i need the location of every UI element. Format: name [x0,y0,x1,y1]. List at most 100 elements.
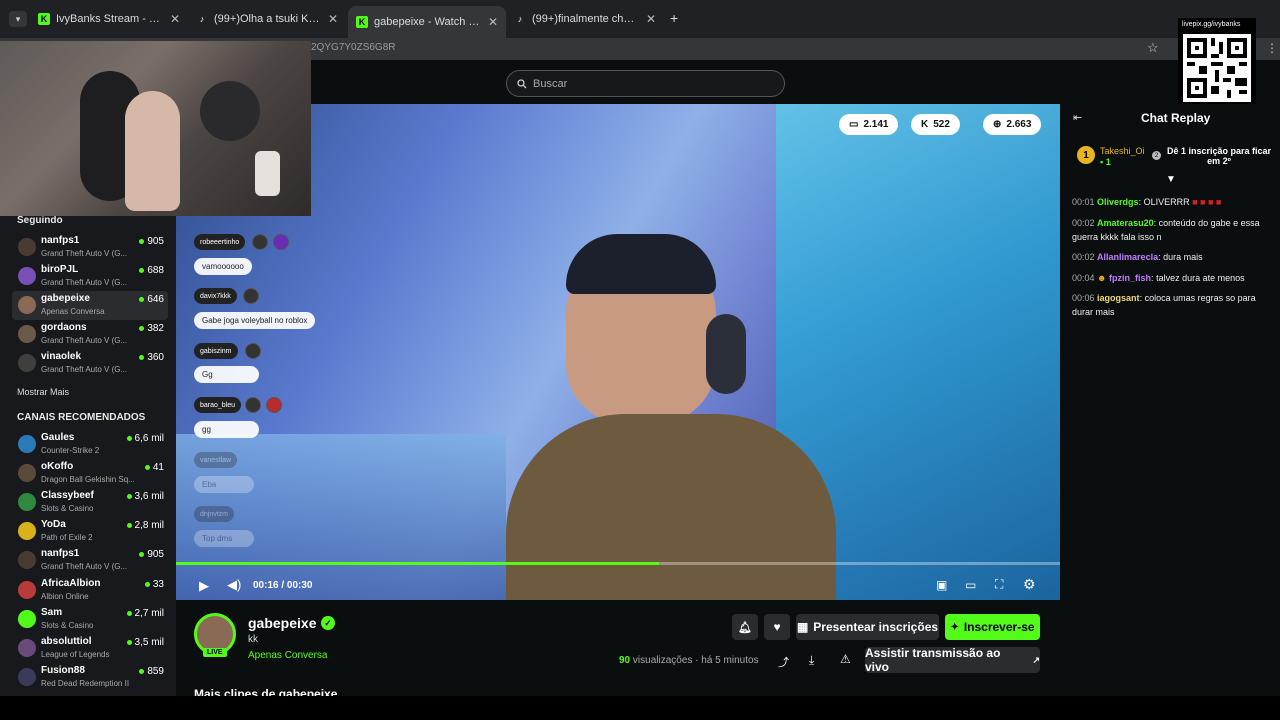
play-icon[interactable]: ▶ [199,578,209,594]
sidebar-channel-nanfps1[interactable]: nanfps1 Grand Theft Auto V (G... 905 [12,233,168,262]
clip-title: kk [248,634,258,645]
close-tab-icon[interactable]: ✕ [328,12,338,26]
sidebar-channel-gordaons[interactable]: gordaons Grand Theft Auto V (G... 382 [12,320,168,349]
chat-username[interactable]: Amaterasu20 [1097,218,1154,228]
channel-name: absoluttiol [41,636,92,647]
tab-tiktok-2[interactable]: ♪ (99+)finalmente chegou o cach ✕ [506,8,664,30]
viewer-count: 3,5 mil [126,637,164,648]
kick-icon: K [356,16,368,28]
channel-game: Counter-Strike 2 [41,446,100,455]
live-dot-icon [126,640,132,645]
chat-message: 00:02 Amaterasu20: conteúdo do gabe e es… [1072,218,1260,242]
sidebar-channel-gabepeixe[interactable]: gabepeixe Apenas Conversa 646 [12,291,168,320]
channel-game: Red Dead Redemption II [41,679,130,688]
channel-name: Fusion88 [41,665,85,676]
subscribe-button[interactable]: ✦ Inscrever-se [945,614,1040,640]
notification-bell-button[interactable]: 🔔︎ [732,614,758,640]
channel-game: Slots & Casino [41,621,94,630]
sidebar-channel-gaules[interactable]: Gaules Counter-Strike 2 6,6 mil [12,430,168,459]
chat-icon: ▭ [849,119,859,130]
sidebar-channel-vinaolek[interactable]: vinaolek Grand Theft Auto V (G... 360 [12,349,168,378]
sidebar-channel-sam[interactable]: Sam Slots & Casino 2,7 mil [12,605,168,634]
channel-name: Sam [41,607,63,618]
search-input[interactable]: Buscar [506,70,785,97]
qr-overlay: livepix.gg/ivybanks [1178,18,1256,104]
follow-heart-button[interactable]: ♥ [764,614,790,640]
chat-username[interactable]: fpzin_fish [1109,273,1151,283]
show-more-link[interactable]: Mostrar Mais [17,387,69,397]
mini-player-icon[interactable]: ▣ [936,578,947,592]
qr-label: livepix.gg/ivybanks [1182,21,1241,28]
sidebar-channel-fusion88[interactable]: Fusion88 Red Dead Redemption II 859 [12,663,168,692]
chat-message: 00:01 Oliverdgs: OLIVERRR ■ ■ ■ ■ [1072,197,1222,207]
category-link[interactable]: Apenas Conversa [248,650,328,661]
stat-kick: K 522 [911,114,960,135]
channel-name-link[interactable]: gabepeixe [248,615,316,631]
tab-tiktok-1[interactable]: ♪ (99+)Olha a tsuki KKKKKKKKKK ✕ [188,8,346,30]
close-tab-icon[interactable]: ✕ [646,12,656,26]
sidebar-channel-absoluttiol[interactable]: absoluttiol League of Legends 3,5 mil [12,634,168,663]
menu-dots-icon[interactable]: ⋮ [1266,41,1278,55]
channel-name: YoDa [41,519,66,530]
sidebar-channel-okoffo[interactable]: oKoffo Dragon Ball Gekishin Sq... 41 [12,459,168,488]
viewer-count: 382 [139,323,164,334]
live-dot-icon [139,669,145,674]
chat-username[interactable]: iagogsant [1097,293,1140,303]
volume-icon[interactable]: ◀) [227,577,241,593]
collapse-chat-icon[interactable]: ⇤ [1073,111,1082,124]
report-warning-icon[interactable]: ⚠ [840,652,851,666]
badge-icon [266,397,282,413]
gift-subs-button[interactable]: ▦ Presentear inscrições [796,614,939,640]
sidebar-channel-nanfps1-rec[interactable]: nanfps1 Grand Theft Auto V (G... 905 [12,546,168,575]
time-display: 00:16 / 00:30 [253,580,313,591]
stat-globe: ⊕ 2.663 [983,114,1042,135]
tab-list-dropdown-icon[interactable]: ▾ [9,11,27,27]
overlay-nick: barao_bleu [194,397,242,413]
viewer-count: 2,8 mil [126,520,164,531]
sidebar-channel-biropjl[interactable]: biroPJL Grand Theft Auto V (G... 688 [12,262,168,291]
leader-name[interactable]: Takeshi_Oi [1100,146,1145,156]
sub-prompt: Dê 1 inscrição para ficar em 2º [1166,146,1272,166]
channel-name: gordaons [41,322,87,333]
live-dot-icon [139,239,145,244]
download-icon[interactable]: ⤓ [809,653,814,668]
settings-gear-icon[interactable]: ⚙ [1023,576,1036,593]
sidebar-channel-africaalbion[interactable]: AfricaAlbion Albion Online 33 [12,576,168,605]
channel-game: Grand Theft Auto V (G... [41,278,128,287]
bookmark-star-icon[interactable]: ☆ [1147,40,1159,56]
live-dot-icon [139,326,145,331]
tab-ivybanks[interactable]: K IvyBanks Stream - Watch Live o ✕ [30,8,188,30]
badge-icon [245,343,261,359]
fullscreen-icon[interactable]: ⛶ [995,577,1003,592]
chat-username[interactable]: Allanlimarecla [1097,252,1158,262]
close-tab-icon[interactable]: ✕ [488,15,498,29]
live-dot-icon [126,611,132,616]
tab-gabepeixe[interactable]: K gabepeixe - Watch clips on Kick ✕ [348,6,506,38]
sidebar-channel-yoda[interactable]: YoDa Path of Exile 2 2,8 mil [12,517,168,546]
viewer-count: 646 [139,294,164,305]
chat-username[interactable]: Oliverdgs [1097,197,1139,207]
overlay-message: gg [194,421,259,438]
sidebar-channel-classybeef[interactable]: Classybeef Slots & Casino 3,6 mil [12,488,168,517]
bottom-letterbox [0,696,1280,720]
live-dot-icon [126,436,132,441]
watch-live-button[interactable]: Assistir transmissão ao vivo ↗ [865,646,1040,674]
url-text: 2QYG7Y0ZS6G8R [311,42,396,53]
theater-mode-icon[interactable]: ▭ [965,578,976,592]
channel-game: Dragon Ball Gekishin Sq... [41,475,135,484]
overlay-nick: davix7kkk [194,288,237,304]
avatar [18,551,36,569]
channel-game: Apenas Conversa [41,307,105,316]
new-tab-icon[interactable]: + [670,10,678,26]
sparkle-icon: ✦ [950,621,959,633]
channel-game: Slots & Casino [41,504,94,513]
live-dot-icon [144,465,150,470]
channel-name: nanfps1 [41,548,80,559]
view-count: 90 visualizações · há 5 minutos [619,655,759,666]
close-tab-icon[interactable]: ✕ [170,12,180,26]
overlay-nick: dnjnvtzm [194,506,235,522]
share-icon[interactable]: ⤴ [778,654,789,670]
live-dot-icon [139,268,145,273]
pinned-toggle-icon[interactable]: ▼ [1166,174,1176,185]
viewer-count: 2,7 mil [126,608,164,619]
